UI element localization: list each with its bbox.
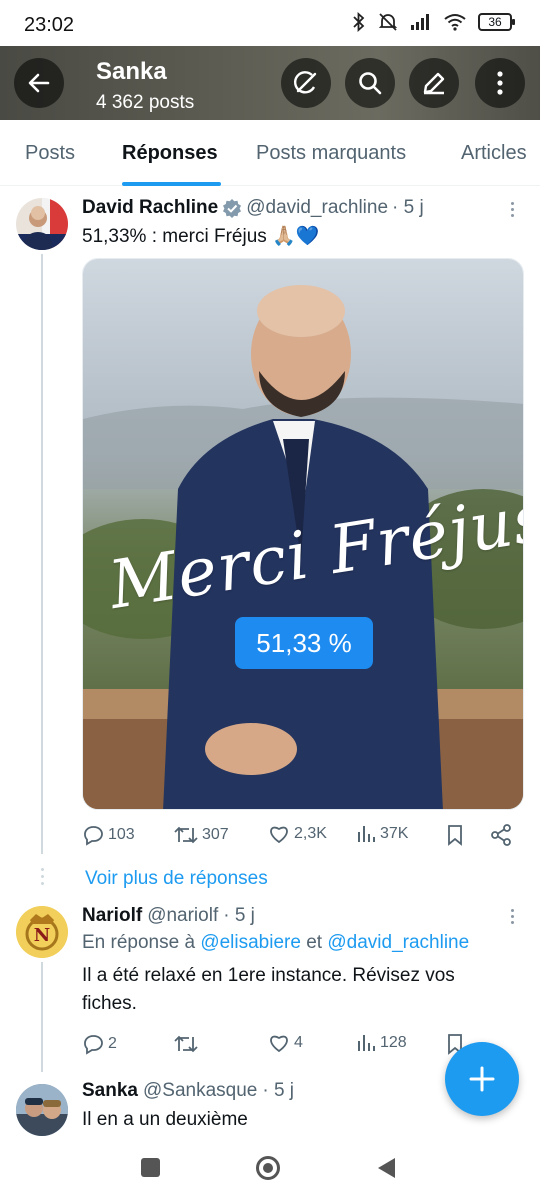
arrow-left-icon [28, 73, 50, 93]
reply-prefix: En réponse à [82, 932, 196, 953]
like-button[interactable]: 4 [268, 1033, 303, 1053]
avatar-david-rachline[interactable] [16, 198, 68, 250]
author-name[interactable]: David Rachline [82, 197, 218, 219]
reply-count: 2 [108, 1035, 117, 1052]
share-button[interactable] [490, 824, 512, 846]
author-handle[interactable]: @nariolf [147, 905, 218, 927]
profile-header: Sanka 4 362 posts [0, 46, 540, 120]
reply-icon [84, 826, 103, 846]
recent-apps-icon[interactable] [141, 1158, 160, 1177]
share-icon [491, 824, 511, 846]
repost-icon [174, 826, 198, 844]
author-name[interactable]: Nariolf [82, 905, 142, 927]
thread-gap-dots [40, 868, 44, 888]
more-options-button[interactable] [475, 58, 525, 108]
mention-link[interactable]: @elisabiere [200, 932, 301, 953]
mention-link[interactable]: @david_rachline [327, 932, 469, 953]
tweet-text: Il a été relaxé en 1ere instance. Révise… [82, 965, 455, 1014]
header-post-count: 4 362 posts [96, 92, 195, 113]
avatar-sanka[interactable] [16, 1084, 68, 1136]
tweet-time: · 5 j [392, 197, 424, 218]
repost-button[interactable]: 307 [174, 824, 229, 846]
reply-count: 103 [108, 826, 135, 843]
svg-text:N: N [34, 925, 50, 946]
verified-badge-icon [223, 199, 242, 218]
views-chart-icon [358, 826, 375, 842]
plus-icon [469, 1066, 495, 1092]
tweet-text: 51,33% : merci Fréjus 🙏🏼💙 [82, 226, 320, 247]
tweet-header: Nariolf @nariolf · 5 j [82, 905, 255, 927]
tab-replies[interactable]: Réponses [122, 142, 218, 165]
tweet-time: · 5 j [262, 1080, 295, 1101]
grok-button[interactable] [281, 58, 331, 108]
show-more-replies-link[interactable]: Voir plus de réponses [85, 868, 268, 890]
media-percentage-badge: 51,33 % [235, 617, 373, 669]
back-button[interactable] [14, 58, 64, 108]
status-bar: 23:02 36 [0, 0, 540, 46]
system-navigation-bar [0, 1140, 540, 1200]
more-vertical-icon [497, 71, 503, 95]
signal-icon [411, 14, 429, 30]
tweet-header: Sanka @Sankasque · 5 j [82, 1080, 294, 1102]
repost-icon [174, 1035, 198, 1053]
views-button[interactable]: 128 [356, 1033, 407, 1053]
battery-indicator: 36 [478, 13, 515, 31]
grok-icon [293, 71, 317, 94]
thread-line-2 [41, 962, 43, 1072]
tweet-more-icon[interactable] [511, 909, 515, 924]
repost-button[interactable] [174, 1033, 198, 1055]
active-tab-indicator [122, 182, 221, 186]
tweet-time: · 5 j [223, 905, 255, 926]
tab-articles[interactable]: Articles [461, 142, 527, 165]
views-count: 37K [380, 825, 409, 842]
header-title: Sanka [96, 58, 167, 85]
compose-button[interactable] [409, 58, 459, 108]
author-handle[interactable]: @Sankasque [143, 1080, 257, 1102]
tweet-text: Il en a un deuxième [82, 1109, 248, 1130]
reply-button[interactable]: 2 [82, 1033, 117, 1055]
reply-context: En réponse à @elisabiere et @david_rachl… [82, 932, 469, 954]
bluetooth-icon [353, 12, 365, 32]
tweet-actions: 103 307 2,3K 37K [82, 824, 522, 850]
avatar-nariolf[interactable]: N [16, 906, 68, 958]
like-count: 2,3K [294, 825, 327, 842]
reply-button[interactable]: 103 [82, 824, 135, 846]
tweet-more-icon[interactable] [511, 202, 515, 217]
compose-post-fab[interactable] [445, 1042, 519, 1116]
bookmark-icon [448, 825, 462, 846]
like-count: 4 [294, 1034, 303, 1051]
reply-join: et [306, 932, 323, 953]
author-handle[interactable]: @david_rachline [246, 197, 388, 219]
views-chart-icon [358, 1035, 375, 1051]
thread-line [41, 254, 43, 854]
reply-icon [84, 1035, 103, 1055]
tab-highlights[interactable]: Posts marquants [256, 142, 406, 165]
views-button[interactable]: 37K [356, 824, 408, 844]
profile-tabs: Posts Réponses Posts marquants Articles [0, 120, 540, 186]
tweet-header: David Rachline @david_rachline · 5 j [82, 197, 424, 219]
tweet-media-image[interactable]: Merci Fréjus ! 51,33 % [82, 258, 524, 810]
status-time: 23:02 [24, 14, 75, 36]
like-button[interactable]: 2,3K [268, 824, 327, 844]
heart-icon [270, 1035, 288, 1053]
status-icons: 36 [352, 12, 515, 32]
heart-icon [270, 826, 288, 844]
bookmark-button[interactable] [446, 824, 464, 846]
search-button[interactable] [345, 58, 395, 108]
repost-count: 307 [202, 826, 229, 843]
mute-icon [378, 13, 398, 31]
author-name[interactable]: Sanka [82, 1080, 138, 1102]
home-icon[interactable] [256, 1156, 280, 1180]
views-count: 128 [380, 1034, 407, 1051]
wifi-icon [444, 14, 466, 31]
tab-posts[interactable]: Posts [25, 142, 75, 165]
search-icon [359, 72, 382, 95]
back-nav-icon[interactable] [376, 1156, 396, 1180]
pencil-icon [423, 72, 445, 95]
